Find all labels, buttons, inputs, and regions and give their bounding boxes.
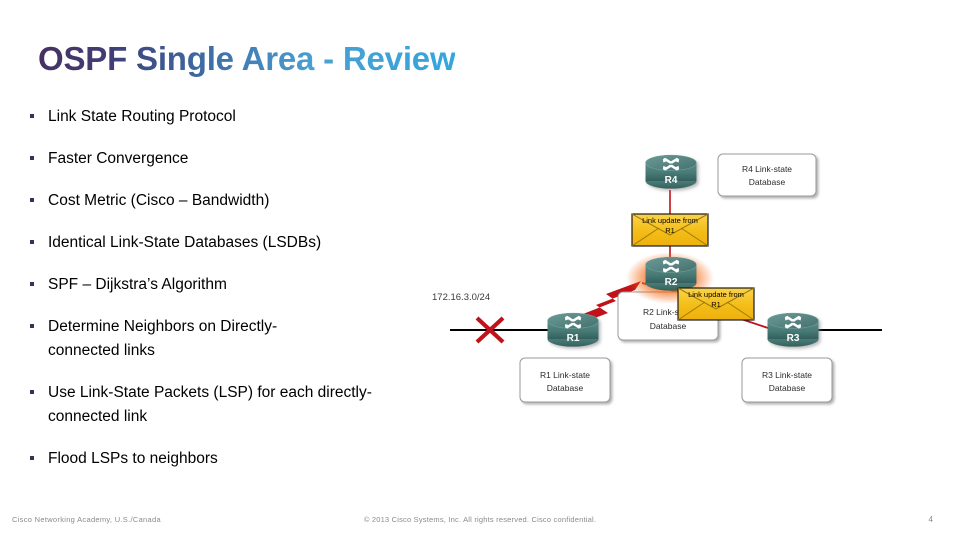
router-r3[interactable]: R3 [767,312,819,348]
network-topology-diagram: R4 Link-state Database R2 Link-state Dat… [420,140,950,420]
list-item: Cost Metric (Cisco – Bandwidth) [30,189,430,213]
list-item: Link State Routing Protocol [30,105,430,129]
r3-db-box: R3 Link-state Database [741,357,833,403]
list-item-label: Determine Neighbors on Directly-connecte… [48,318,278,360]
r4-db-line1: R4 Link-state [742,164,792,174]
list-item: Determine Neighbors on Directly-connecte… [30,315,430,363]
r1-db-line1: R1 Link-state [540,370,590,380]
r4-db-box: R4 Link-state Database [717,153,817,197]
list-item: Flood LSPs to neighbors [30,447,430,471]
bullet-marker-icon [30,390,34,395]
envelope-r4-line1: Link update from [642,216,698,225]
bullet-marker-icon [30,198,34,203]
router-r4-label: R4 [665,175,678,186]
r1-db-box: R1 Link-state Database [519,357,611,403]
list-item: Faster Convergence [30,147,430,171]
page-title: OSPF Single Area - Review [38,40,456,77]
list-item-label: Flood LSPs to neighbors [48,450,218,468]
router-r1[interactable]: R1 [547,312,599,348]
footer: Cisco Networking Academy, U.S./Canada © … [0,506,960,540]
envelope-link-update-r2: Link update from R1 [677,287,755,321]
envelope-r4-line2: R1 [665,226,675,235]
bullet-marker-icon [30,456,34,461]
router-r2[interactable]: R2 [645,256,697,292]
r3-db-line2: Database [769,383,806,393]
router-r2-label: R2 [665,277,678,288]
r3-db-line1: R3 Link-state [762,370,812,380]
footer-page-number: 4 [928,515,933,524]
r2-db-line2: Database [650,321,687,331]
r1-db-line2: Database [547,383,584,393]
list-item: Identical Link-State Databases (LSDBs) [30,231,430,255]
envelope-link-update-r4: Link update from R1 [631,213,709,247]
network-address-label: 172.16.3.0/24 [432,292,490,303]
footer-copyright-text: © 2013 Cisco Systems, Inc. All rights re… [363,515,597,524]
router-r4[interactable]: R4 [645,154,697,190]
router-r1-label: R1 [567,333,580,344]
bullet-list: Link State Routing Protocol Faster Conve… [30,105,430,489]
bullet-marker-icon [30,156,34,161]
r4-db-line2: Database [749,177,786,187]
list-item-label: Faster Convergence [48,150,189,168]
list-item: Use Link-State Packets (LSP) for each di… [30,381,430,429]
envelope-r2-line1: Link update from [688,290,744,299]
envelope-r2-line2: R1 [711,300,721,309]
slide: OSPF Single Area - Review Link State Rou… [0,0,960,540]
bullet-marker-icon [30,114,34,118]
router-r3-label: R3 [787,333,800,344]
list-item-label: SPF – Dijkstra’s Algorithm [48,276,227,294]
list-item: SPF – Dijkstra’s Algorithm [30,273,430,297]
list-item-label: Use Link-State Packets (LSP) for each di… [48,384,372,426]
list-item-label: Cost Metric (Cisco – Bandwidth) [48,192,270,210]
list-item-label: Identical Link-State Databases (LSDBs) [48,234,322,252]
bullet-marker-icon [30,324,34,329]
bullet-marker-icon [30,240,34,245]
list-item-label: Link State Routing Protocol [48,108,236,125]
bullet-marker-icon [30,282,34,287]
